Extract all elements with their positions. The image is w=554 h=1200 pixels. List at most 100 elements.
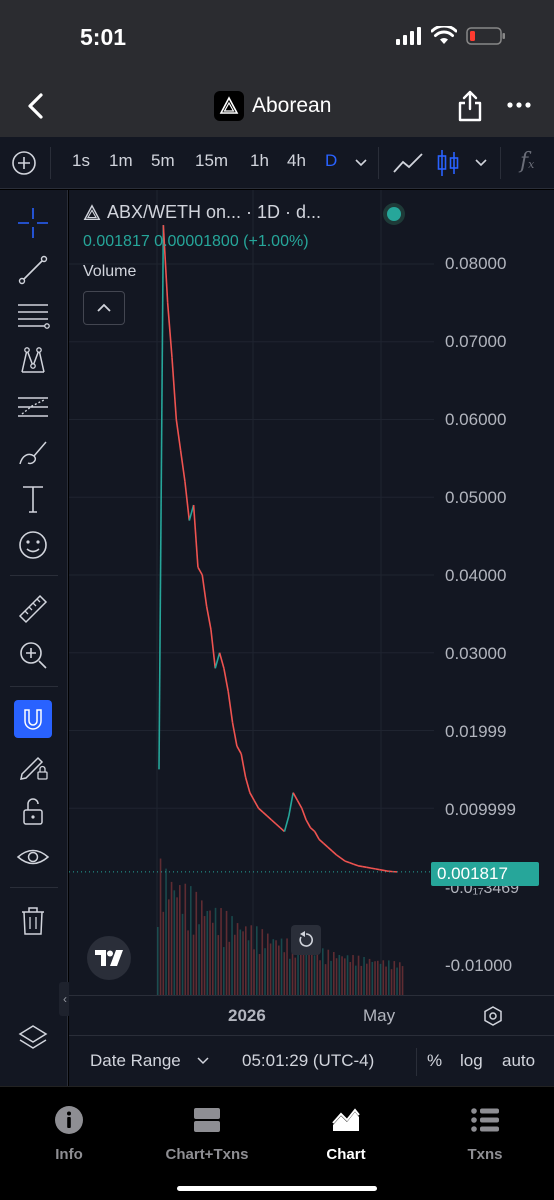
trash-icon[interactable] <box>14 902 52 940</box>
price-segment <box>214 652 221 669</box>
interval-1h[interactable]: 1h <box>250 151 269 171</box>
volume-bar <box>324 964 327 995</box>
status-bar: 5:01 <box>0 0 554 75</box>
volume-bar <box>311 948 313 995</box>
emoji-icon[interactable] <box>14 526 52 564</box>
price-segment <box>192 504 199 568</box>
price-segment <box>166 302 173 358</box>
volume-bar <box>357 955 360 995</box>
volume-bar <box>286 938 288 995</box>
volume-bar <box>379 963 382 995</box>
share-button[interactable] <box>456 89 484 123</box>
percent-toggle[interactable]: % <box>427 1051 442 1071</box>
collapse-legend-button[interactable] <box>83 291 125 325</box>
interval-4h[interactable]: 4h <box>287 151 306 171</box>
unlock-icon[interactable] <box>14 792 52 830</box>
volume-bar <box>250 925 253 995</box>
price-segment <box>223 668 230 692</box>
tab-chart-txns[interactable]: Chart+Txns <box>152 1105 262 1163</box>
reset-chart-button[interactable] <box>291 925 321 955</box>
interval-15m[interactable]: 15m <box>195 151 228 171</box>
aborean-logo-icon <box>83 203 101 220</box>
volume-bar <box>333 952 335 995</box>
volume-bar <box>390 969 393 995</box>
reset-icon <box>299 931 313 947</box>
y-tick: 0.03000 <box>445 644 507 663</box>
price-segment <box>201 574 208 607</box>
fib-lines-icon[interactable] <box>14 296 52 334</box>
more-options-button[interactable] <box>506 95 532 115</box>
chart-bottom-bar: Date Range 05:01:29 (UTC-4) % log auto <box>69 1035 554 1086</box>
crosshair-icon[interactable] <box>14 204 52 242</box>
volume-bar <box>352 955 354 995</box>
tab-txns[interactable]: Txns <box>430 1105 540 1163</box>
volume-bar <box>209 910 211 995</box>
volume-bar <box>225 910 228 995</box>
volume-bar <box>294 957 297 995</box>
price-segment <box>335 854 342 859</box>
page-title: Aborean <box>252 94 332 117</box>
symbol-legend[interactable]: ABX/WETH on... · 1D · d... <box>83 202 321 223</box>
volume-bar <box>223 947 225 995</box>
visibility-icon[interactable] <box>14 838 52 876</box>
trend-line-icon[interactable] <box>14 250 52 288</box>
layers-icon[interactable] <box>14 1020 52 1058</box>
interval-1s[interactable]: 1s <box>72 151 90 171</box>
signal-icon <box>396 27 421 45</box>
lock-drawing-icon[interactable] <box>14 746 52 784</box>
zoom-in-icon[interactable] <box>14 636 52 674</box>
interval-5m[interactable]: 5m <box>151 151 175 171</box>
interval-d[interactable]: D <box>325 151 337 171</box>
x-tick: May <box>363 1006 396 1025</box>
text-tool-icon[interactable] <box>14 480 52 518</box>
time-axis[interactable]: 2026 May <box>69 995 554 1035</box>
candlestick-icon[interactable] <box>436 148 460 178</box>
indicators-icon[interactable]: fx <box>520 149 534 174</box>
ruler-icon[interactable] <box>14 590 52 628</box>
price-segment <box>240 753 247 778</box>
chevron-down-icon <box>197 1057 209 1065</box>
volume-bar <box>349 962 352 995</box>
volume-bar <box>165 868 167 995</box>
back-button[interactable] <box>22 89 52 123</box>
battery-icon <box>466 27 505 45</box>
chart-type-dropdown-icon[interactable] <box>474 158 488 168</box>
clock-display[interactable]: 05:01:29 (UTC-4) <box>242 1051 374 1071</box>
last-price-label: 0.001817 <box>431 862 539 886</box>
tradingview-logo[interactable] <box>87 936 131 980</box>
volume-bar <box>401 966 404 995</box>
price-segment <box>231 722 238 747</box>
volume-bar <box>366 963 368 995</box>
interval-1m[interactable]: 1m <box>109 151 133 171</box>
volume-bar <box>360 965 363 995</box>
auto-toggle[interactable]: auto <box>502 1051 535 1071</box>
price-segment <box>175 419 182 451</box>
pattern-icon[interactable] <box>14 342 52 380</box>
add-symbol-button[interactable] <box>11 150 37 176</box>
forecast-icon[interactable] <box>14 388 52 426</box>
volume-bar <box>322 948 324 995</box>
y-tick: 0.05000 <box>445 488 507 507</box>
log-toggle[interactable]: log <box>460 1051 483 1071</box>
volume-bar <box>385 966 387 995</box>
volume-bar <box>217 935 220 995</box>
magnet-icon[interactable] <box>14 700 52 738</box>
symbol-title: ABX/WETH on... · 1D · d... <box>107 202 322 222</box>
volume-bar <box>305 950 308 995</box>
volume-bar <box>335 958 338 995</box>
brush-icon[interactable] <box>14 434 52 472</box>
volume-bar <box>198 924 200 995</box>
price-segment <box>331 850 337 856</box>
price-segment <box>288 792 294 817</box>
date-range-button[interactable]: Date Range <box>90 1051 181 1071</box>
tab-chart[interactable]: Chart <box>291 1105 401 1163</box>
tab-info[interactable]: Info <box>14 1105 124 1163</box>
price-segment <box>322 842 329 848</box>
chart-settings-icon[interactable] <box>482 1005 504 1027</box>
volume-bar <box>187 930 189 995</box>
chart-area[interactable]: ABX/WETH on... · 1D · d... 0.001817 0.00… <box>69 190 554 995</box>
line-chart-type-icon[interactable] <box>392 150 424 176</box>
price-segment <box>266 815 273 821</box>
interval-dropdown-icon[interactable] <box>354 158 368 168</box>
volume-bar <box>258 954 261 995</box>
